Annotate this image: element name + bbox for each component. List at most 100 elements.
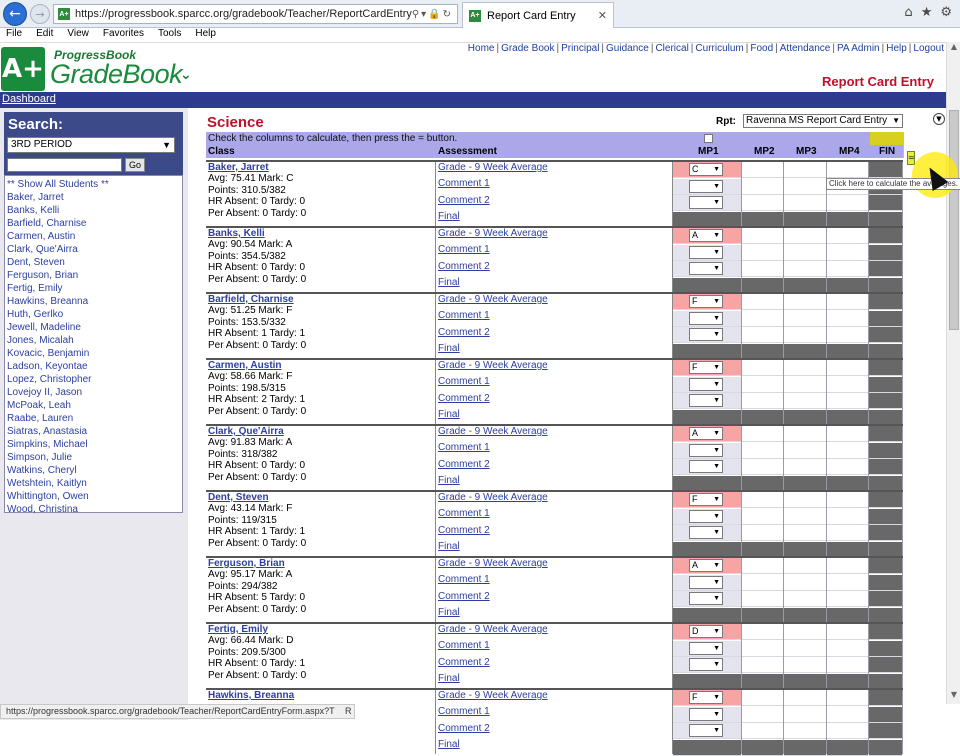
fin-cell[interactable] xyxy=(869,657,902,673)
student-link[interactable]: Wood, Christina xyxy=(7,503,182,516)
mp3-cell[interactable] xyxy=(784,245,826,261)
mp1-cell[interactable]: C ▼ xyxy=(673,162,741,178)
mp2-cell[interactable] xyxy=(742,195,783,211)
mp1-cell[interactable]: ▼ xyxy=(673,525,741,541)
student-link[interactable]: Simpson, Julie xyxy=(7,451,182,464)
student-link[interactable]: Ferguson, Brian xyxy=(7,269,182,282)
fin-cell[interactable] xyxy=(869,310,902,327)
mp1-cell[interactable]: ▼ xyxy=(673,442,741,459)
mp4-cell[interactable] xyxy=(827,311,868,327)
mp2-cell[interactable] xyxy=(742,360,783,376)
mp2-cell[interactable] xyxy=(742,509,783,525)
student-name-link[interactable]: Hawkins, Breanna xyxy=(208,690,435,701)
mp3-cell[interactable] xyxy=(784,179,826,195)
fin-cell[interactable] xyxy=(869,228,902,244)
student-name-link[interactable]: Barfield, Charnise xyxy=(208,294,435,305)
mp2-cell[interactable] xyxy=(742,426,783,442)
mp1-cell[interactable]: ▼ xyxy=(673,244,741,261)
mp4-cell[interactable] xyxy=(827,509,868,525)
mp2-cell[interactable] xyxy=(742,311,783,327)
student-link[interactable]: Banks, Kelli xyxy=(7,204,182,217)
final-link[interactable]: Final xyxy=(438,541,460,552)
mp4-cell[interactable] xyxy=(827,624,868,640)
student-link[interactable]: Jones, Micalah xyxy=(7,334,182,347)
fin-cell[interactable] xyxy=(869,723,902,739)
comment-select[interactable]: ▼ xyxy=(689,377,723,391)
mp4-cell[interactable] xyxy=(827,294,868,310)
menu-favorites[interactable]: Favorites xyxy=(103,28,144,42)
student-name-link[interactable]: Ferguson, Brian xyxy=(208,558,435,569)
grade-select[interactable]: A ▼ xyxy=(689,427,723,440)
menu-file[interactable]: File xyxy=(6,28,22,42)
collapse-icon[interactable]: ▼ xyxy=(933,113,945,125)
address-bar[interactable]: A+ https://progressbook.sparcc.org/grade… xyxy=(53,4,458,24)
student-link[interactable]: Watkins, Cheryl xyxy=(7,464,182,477)
mp1-cell[interactable]: F ▼ xyxy=(673,690,741,706)
student-link[interactable]: Siatras, Anastasia xyxy=(7,425,182,438)
grade-select[interactable]: C ▼ xyxy=(689,163,723,176)
grade-select[interactable]: F ▼ xyxy=(689,295,723,308)
final-link[interactable]: Final xyxy=(438,475,460,486)
mp4-cell[interactable] xyxy=(827,162,868,178)
mp1-calc-checkbox[interactable] xyxy=(704,134,713,143)
mp1-cell[interactable]: F ▼ xyxy=(673,492,741,508)
menu-view[interactable]: View xyxy=(67,28,89,42)
mp2-cell[interactable] xyxy=(742,525,783,541)
link-attendance[interactable]: Attendance xyxy=(780,43,831,54)
mp4-cell[interactable] xyxy=(827,739,868,756)
fin-cell[interactable] xyxy=(869,739,902,756)
link-guidance[interactable]: Guidance xyxy=(606,43,649,54)
fin-cell[interactable] xyxy=(869,591,902,607)
mp1-cell[interactable]: ▼ xyxy=(673,310,741,327)
comment-2-link[interactable]: Comment 2 xyxy=(438,459,490,470)
mp3-cell[interactable] xyxy=(784,459,826,475)
student-search-input[interactable] xyxy=(7,158,122,172)
mp3-cell[interactable] xyxy=(784,707,826,723)
student-link[interactable]: Jewell, Madeline xyxy=(7,321,182,334)
mp2-cell[interactable] xyxy=(742,739,783,756)
final-link[interactable]: Final xyxy=(438,409,460,420)
mp3-cell[interactable] xyxy=(784,591,826,607)
grade-average-link[interactable]: Grade - 9 Week Average xyxy=(438,228,548,239)
fin-cell[interactable] xyxy=(869,376,902,393)
report-select[interactable]: Ravenna MS Report Card Entry ▼ xyxy=(743,114,903,128)
mp2-cell[interactable] xyxy=(742,723,783,739)
mp2-cell[interactable] xyxy=(742,690,783,706)
scroll-down-icon[interactable]: ▼ xyxy=(947,690,960,704)
mp3-cell[interactable] xyxy=(784,558,826,574)
mp3-cell[interactable] xyxy=(784,377,826,393)
link-grade-book[interactable]: Grade Book xyxy=(501,43,554,54)
fin-cell[interactable] xyxy=(869,492,902,508)
fin-cell[interactable] xyxy=(869,690,902,706)
link-help[interactable]: Help xyxy=(886,43,907,54)
mp3-cell[interactable] xyxy=(784,360,826,376)
comment-select[interactable]: ▼ xyxy=(689,707,723,721)
student-link[interactable]: Lopez, Christopher xyxy=(7,373,182,386)
student-link[interactable]: Dent, Steven xyxy=(7,256,182,269)
breadcrumb-dashboard[interactable]: Dashboard xyxy=(2,93,56,105)
mp4-cell[interactable] xyxy=(827,393,868,409)
fin-cell[interactable] xyxy=(869,294,902,310)
mp3-cell[interactable] xyxy=(784,162,826,178)
grade-select[interactable]: A ▼ xyxy=(689,229,723,242)
grade-select[interactable]: F ▼ xyxy=(689,493,723,506)
favorites-star-icon[interactable]: ★ xyxy=(921,5,933,20)
student-name-link[interactable]: Baker, Jarret xyxy=(208,162,435,173)
student-link[interactable]: Barfield, Charnise xyxy=(7,217,182,230)
mp2-cell[interactable] xyxy=(742,443,783,459)
fin-cell[interactable] xyxy=(869,162,902,178)
comment-select[interactable]: ▼ xyxy=(689,196,723,209)
mp4-cell[interactable] xyxy=(827,443,868,459)
mp4-cell[interactable] xyxy=(827,525,868,541)
mp4-cell[interactable] xyxy=(827,707,868,723)
mp1-cell[interactable]: ▼ xyxy=(673,261,741,277)
mp3-cell[interactable] xyxy=(784,393,826,409)
comment-1-link[interactable]: Comment 1 xyxy=(438,706,490,717)
student-link[interactable]: McPoak, Leah xyxy=(7,399,182,412)
mp3-cell[interactable] xyxy=(784,739,826,756)
final-link[interactable]: Final xyxy=(438,739,460,750)
menu-edit[interactable]: Edit xyxy=(36,28,53,42)
mp2-cell[interactable] xyxy=(742,558,783,574)
forward-button[interactable]: → xyxy=(30,4,50,24)
mp2-cell[interactable] xyxy=(742,393,783,409)
